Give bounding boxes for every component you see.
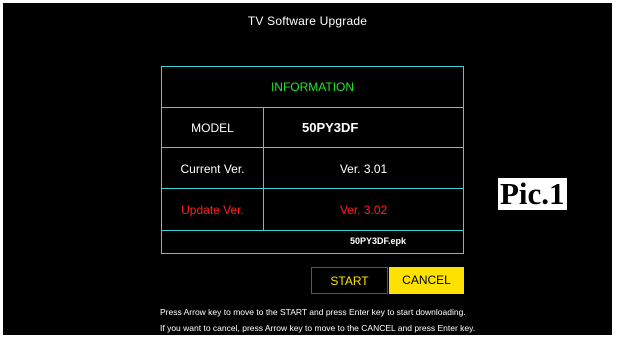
file-row: 50PY3DF.epk — [162, 231, 463, 253]
update-version-label: Update Ver. — [181, 203, 244, 217]
tv-screen: TV Software Upgrade INFORMATION MODEL 50… — [3, 3, 612, 335]
help-text-line-1: Press Arrow key to move to the START and… — [160, 307, 466, 317]
info-header: INFORMATION — [270, 80, 355, 94]
update-version-row: Update Ver. Ver. 3.02 — [162, 189, 463, 231]
cancel-button[interactable]: CANCEL — [389, 267, 464, 294]
current-version-value: Ver. 3.01 — [339, 162, 388, 176]
model-row: MODEL 50PY3DF — [162, 108, 463, 148]
help-text-line-2: If you want to cancel, press Arrow key t… — [160, 323, 476, 333]
update-version-value: Ver. 3.02 — [339, 203, 388, 217]
current-version-label: Current Ver. — [180, 162, 245, 176]
picture-caption: Pic.1 — [498, 176, 567, 211]
information-table: INFORMATION MODEL 50PY3DF Current Ver. V… — [161, 66, 464, 254]
info-header-row: INFORMATION — [162, 67, 463, 108]
column-divider — [263, 108, 264, 231]
file-name: 50PY3DF.epk — [350, 236, 407, 246]
start-button[interactable]: START — [311, 267, 388, 294]
current-version-row: Current Ver. Ver. 3.01 — [162, 148, 463, 189]
model-value: 50PY3DF — [302, 120, 359, 135]
model-label: MODEL — [191, 121, 234, 135]
screen-title: TV Software Upgrade — [247, 14, 368, 28]
